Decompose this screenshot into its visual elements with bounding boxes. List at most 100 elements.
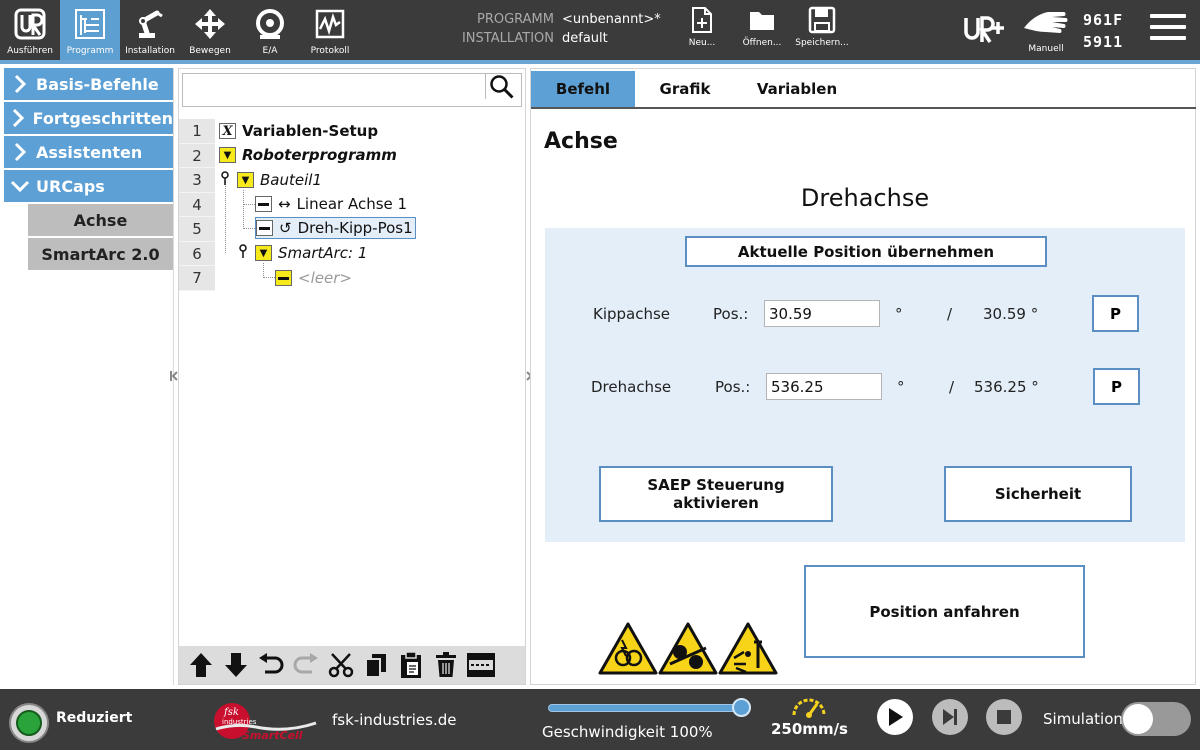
line-number: 5 [179,217,215,242]
rotate-icon: ↺ [279,219,292,237]
category-urcaps[interactable]: URCaps [4,170,173,202]
nav-move-label: Bewegen [189,46,231,56]
nav-move-button[interactable]: Bewegen [180,0,240,60]
step-button[interactable] [932,699,968,735]
cut-button[interactable] [323,648,358,682]
suppress-button[interactable] [463,648,498,682]
save-file-button[interactable]: Speichern... [792,6,852,56]
move-to-position-button[interactable]: Position anfahren [804,565,1085,658]
line-number: 6 [179,241,215,266]
nav-program-button[interactable]: Programm [60,0,120,60]
nav-run-button[interactable]: Ausführen [0,0,60,60]
rotation-p-button[interactable]: P [1093,368,1140,405]
tilt-p-button[interactable]: P [1092,295,1139,332]
tree-node-dreh-kipp-pos[interactable]: ↺ Dreh-Kipp-Pos1 [255,217,416,239]
tree-node-variable-setup[interactable]: X Variablen-Setup [219,120,378,142]
play-icon [889,708,903,726]
undo-button[interactable] [253,648,288,682]
line-number: 7 [179,266,215,291]
rotation-pos-label: Pos.: [715,378,751,396]
save-file-label: Speichern... [795,38,849,48]
folder-icon [750,12,774,30]
category-label: URCaps [36,176,105,196]
warning-entanglement-icon [598,622,658,675]
tree-guide-line [263,277,275,278]
tree-line-numbers: 1 2 3 4 5 6 7 [179,119,215,291]
category-advanced[interactable]: Fortgeschritten [4,102,173,134]
nav-run-label: Ausführen [7,46,53,56]
save-icon [808,6,836,34]
play-button[interactable] [877,699,913,735]
new-file-button[interactable]: Neu... [672,6,732,56]
tab-grafik[interactable]: Grafik [635,71,735,107]
arrow-up-icon [189,653,212,677]
tcp-speed-value: 250mm/s [771,720,848,738]
copy-button[interactable] [358,648,393,682]
installation-key: INSTALLATION [461,31,554,46]
io-icon [252,6,288,42]
urcap-item-achse[interactable]: Achse [28,204,173,236]
redo-icon [293,653,318,674]
node-bar-icon [275,270,292,286]
tree-node-smartarc[interactable]: ▼ SmartArc: 1 [237,242,367,264]
nav-log-button[interactable]: Protokoll [300,0,360,60]
stop-button[interactable] [986,699,1022,735]
tilt-position-input[interactable] [764,300,880,327]
rotation-position-input[interactable] [766,373,882,400]
command-categories-panel: Basis-Befehle Fortgeschritten Assistente… [4,68,174,685]
tree-node-bauteil[interactable]: ▼ Bauteil1 [219,169,322,191]
tilt-current-value: 30.59 ° [983,305,1039,323]
delete-button[interactable] [428,648,463,682]
logo-text-smartcell: SmartCell [242,729,303,742]
trash-icon [435,652,456,677]
paste-button[interactable] [393,648,428,682]
collapse-triangle-icon: ▼ [219,147,236,163]
search-icon[interactable] [489,74,515,100]
simulation-toggle[interactable] [1121,702,1191,736]
saep-control-button[interactable]: SAEP Steuerung aktivieren [599,466,833,522]
urcap-item-smartarc[interactable]: SmartArc 2.0 [28,238,173,270]
tree-search-input[interactable] [182,73,522,107]
open-file-button[interactable]: Öffnen... [732,6,792,56]
speed-label: Geschwindigkeit 100% [542,723,713,741]
footer-bar: Reduziert fsk industries SmartCell fsk-i… [0,689,1200,750]
speed-slider-track[interactable] [548,704,742,712]
tab-variablen[interactable]: Variablen [735,71,859,107]
arrow-down-icon [224,653,247,677]
manual-mode-indicator[interactable]: Manuell [1020,6,1072,60]
collapse-triangle-icon: ▼ [255,245,272,261]
line-number: 1 [179,119,215,144]
website-link[interactable]: fsk-industries.de [332,711,457,729]
category-label: Assistenten [36,142,143,162]
tree-node-robot-program[interactable]: ▼ Roboterprogramm [219,144,397,166]
redo-button[interactable] [288,648,323,682]
line-number: 4 [179,192,215,217]
hamburger-menu-icon[interactable] [1150,14,1186,46]
rotation-unit: ° [897,378,905,396]
move-up-button[interactable] [183,648,218,682]
speed-slider-handle[interactable] [732,698,751,717]
new-file-icon [692,7,712,33]
category-basic-commands[interactable]: Basis-Befehle [4,68,173,100]
nav-installation-label: Installation [125,46,175,56]
robot-status-indicator-icon[interactable] [9,703,49,743]
tab-befehl[interactable]: Befehl [531,71,635,107]
take-current-position-button[interactable]: Aktuelle Position übernehmen [685,236,1047,267]
move-down-button[interactable] [218,648,253,682]
tilt-unit: ° [895,305,903,323]
tree-node-empty[interactable]: <leer> [275,267,352,289]
program-key: PROGRAMM [476,12,554,27]
tilt-axis-label: Kippachse [593,305,671,323]
new-file-label: Neu... [688,38,716,48]
safety-button[interactable]: Sicherheit [944,466,1132,522]
nav-program-label: Programm [66,46,114,56]
tree-node-linear-achse[interactable]: ↔ Linear Achse 1 [255,193,407,215]
urplus-icon[interactable] [963,14,1005,46]
tilt-separator: / [947,305,953,323]
nav-io-button[interactable]: E/A [240,0,300,60]
nav-installation-button[interactable]: Installation [120,0,180,60]
tree-node-label: Dreh-Kipp-Pos1 [297,219,413,237]
category-wizards[interactable]: Assistenten [4,136,173,168]
copy-icon [364,654,386,678]
nav-log-label: Protokoll [310,46,350,56]
